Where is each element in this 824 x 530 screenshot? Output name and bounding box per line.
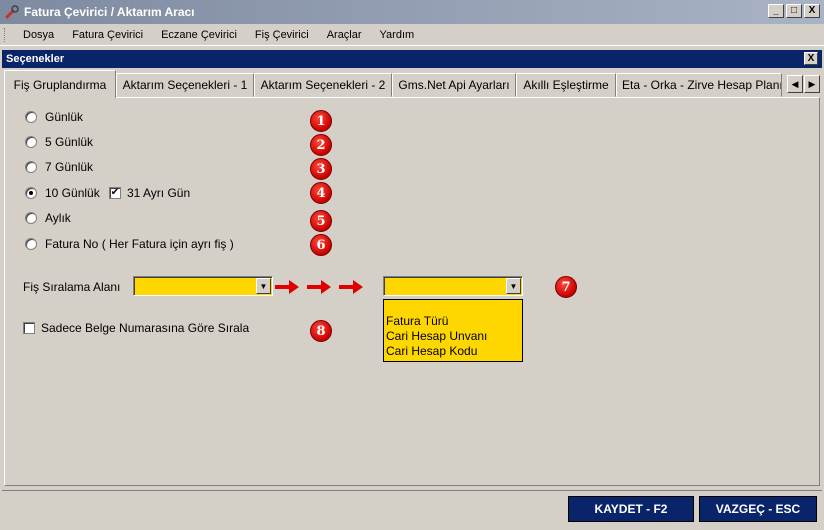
chevron-down-icon[interactable]: ▼ (506, 278, 521, 294)
tab-aktarim-secenekleri-1[interactable]: Aktarım Seçenekleri - 1 (116, 73, 254, 97)
radio-7-gunluk[interactable] (25, 161, 37, 173)
dialog-title: Seçenekler (6, 53, 65, 65)
tab-fis-gruplandirma[interactable]: Fiş Gruplandırma (4, 70, 116, 98)
option-aylik-label: Aylık (45, 211, 71, 225)
dialog-close-button[interactable]: X (804, 52, 818, 65)
option-fatura-no[interactable]: Fatura No ( Her Fatura için ayrı fiş ) (25, 237, 234, 251)
tab-scroll-left-icon[interactable]: ◀ (787, 75, 803, 93)
tab-scroll-right-icon[interactable]: ▶ (804, 75, 820, 93)
menu-eczane-cevirici[interactable]: Eczane Çevirici (152, 29, 246, 41)
sort-target-combo[interactable]: ▼ (383, 276, 523, 296)
badge-6: 6 (310, 234, 332, 256)
button-bar: KAYDET - F2 VAZGEÇ - ESC (2, 490, 822, 528)
option-belge-no-sirala[interactable]: Sadece Belge Numarasına Göre Sırala (23, 321, 249, 335)
window-title: Fatura Çevirici / Aktarım Aracı (24, 5, 195, 19)
tab-aktarim-secenekleri-2[interactable]: Aktarım Seçenekleri - 2 (254, 73, 392, 97)
sort-option-cari-hesap-kodu[interactable]: Cari Hesap Kodu (386, 344, 520, 359)
menu-bar: Dosya Fatura Çevirici Eczane Çevirici Fi… (0, 24, 824, 46)
option-gunluk[interactable]: Günlük (25, 110, 83, 124)
chevron-down-icon[interactable]: ▼ (256, 278, 271, 294)
radio-5-gunluk[interactable] (25, 136, 37, 148)
cancel-button[interactable]: VAZGEÇ - ESC (699, 496, 817, 522)
option-10-gunluk[interactable]: 10 Günlük (25, 186, 100, 200)
sort-dropdown-list: Fatura Türü Cari Hesap Unvanı Cari Hesap… (383, 299, 523, 362)
option-31-ayri-gun-label: 31 Ayrı Gün (127, 186, 191, 200)
option-5-gunluk-label: 5 Günlük (45, 135, 94, 149)
tab-gms-net-api[interactable]: Gms.Net Api Ayarları (392, 73, 516, 97)
tab-eta-orka-zirve[interactable]: Eta - Orka - Zirve Hesap Planı (616, 73, 782, 97)
option-fatura-no-label: Fatura No ( Her Fatura için ayrı fiş ) (45, 237, 234, 251)
menu-yardim[interactable]: Yardım (371, 29, 424, 41)
menu-grip (4, 27, 8, 42)
save-button[interactable]: KAYDET - F2 (568, 496, 694, 522)
badge-2: 2 (310, 134, 332, 156)
badge-7: 7 (555, 276, 577, 298)
option-belge-no-sirala-label: Sadece Belge Numarasına Göre Sırala (41, 321, 250, 335)
menu-araclar[interactable]: Araçlar (318, 29, 371, 41)
tab-strip: Fiş Gruplandırma Aktarım Seçenekleri - 1… (4, 70, 820, 98)
badge-8: 8 (310, 320, 332, 342)
maximize-button[interactable]: □ (786, 4, 802, 18)
sort-option-cari-hesap-unvani[interactable]: Cari Hesap Unvanı (386, 329, 520, 344)
option-7-gunluk-label: 7 Günlük (45, 160, 94, 174)
badge-3: 3 (310, 158, 332, 180)
option-aylik[interactable]: Aylık (25, 211, 71, 225)
radio-gunluk[interactable] (25, 111, 37, 123)
checkbox-belge-no-sirala[interactable] (23, 322, 35, 334)
radio-fatura-no[interactable] (25, 238, 37, 250)
menu-fis-cevirici[interactable]: Fiş Çevirici (246, 29, 318, 41)
checkbox-31-ayri-gun[interactable]: ✔ (109, 187, 121, 199)
arrows-icon (275, 280, 363, 294)
tab-panel-fis-gruplandirma: Günlük 1 5 Günlük 2 7 Günlük 3 10 Günlük… (4, 97, 820, 486)
option-gunluk-label: Günlük (45, 110, 84, 124)
sort-option-fatura-turu[interactable]: Fatura Türü (386, 314, 520, 329)
badge-4: 4 (310, 182, 332, 204)
tab-akilli-eslestirme[interactable]: Akıllı Eşleştirme (516, 73, 616, 97)
sort-field-label: Fiş Sıralama Alanı (23, 280, 121, 294)
option-5-gunluk[interactable]: 5 Günlük (25, 135, 93, 149)
badge-5: 5 (310, 210, 332, 232)
minimize-button[interactable]: _ (768, 4, 784, 18)
radio-10-gunluk[interactable] (25, 187, 37, 199)
close-window-button[interactable]: X (804, 4, 820, 18)
sort-field-combo[interactable]: ▼ (133, 276, 273, 296)
option-31-ayri-gun[interactable]: ✔ 31 Ayrı Gün (109, 186, 190, 200)
window-title-bar: Fatura Çevirici / Aktarım Aracı _ □ X (0, 0, 824, 24)
menu-dosya[interactable]: Dosya (14, 29, 63, 41)
badge-1: 1 (310, 110, 332, 132)
option-10-gunluk-label: 10 Günlük (45, 186, 100, 200)
wrench-icon (4, 4, 20, 20)
radio-aylik[interactable] (25, 212, 37, 224)
menu-fatura-cevirici[interactable]: Fatura Çevirici (63, 29, 152, 41)
dialog-title-bar: Seçenekler X (2, 50, 822, 68)
option-7-gunluk[interactable]: 7 Günlük (25, 160, 93, 174)
